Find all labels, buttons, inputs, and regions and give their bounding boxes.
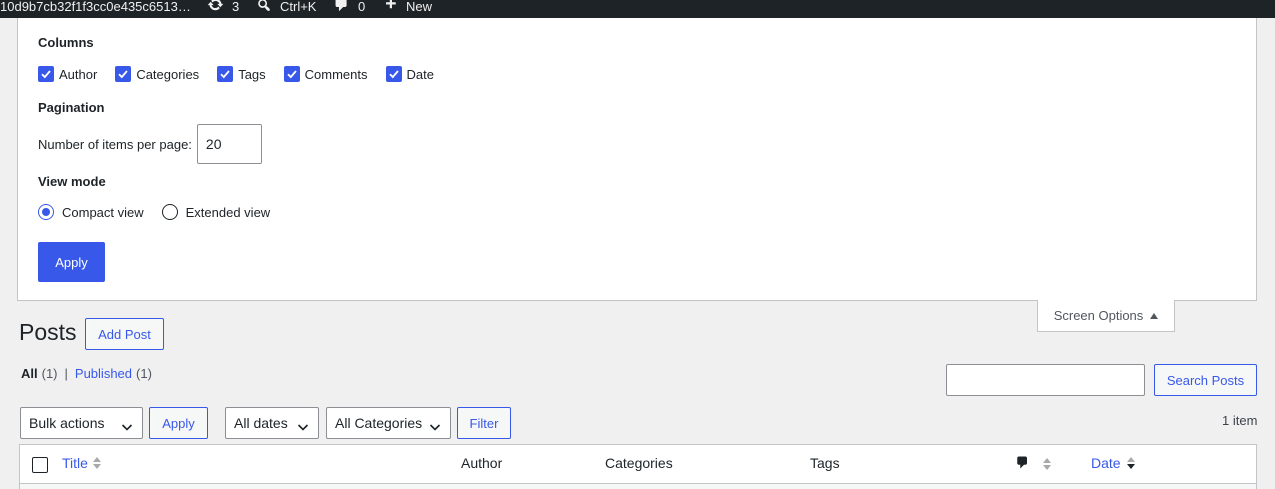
- screen-options-label: Screen Options: [1053, 308, 1144, 323]
- radio-compact-view[interactable]: [38, 204, 54, 220]
- posts-table-header: Title Author Categories Tags Date: [19, 444, 1257, 484]
- checkbox-categories[interactable]: [115, 66, 132, 82]
- add-post-button[interactable]: Add Post: [85, 318, 164, 350]
- radio-label-extended: Extended view: [185, 204, 271, 220]
- admin-bar: 10d9b7cb32f1f3cc0e435c6513… 3 Ctrl+K 0 N…: [0, 0, 1275, 18]
- checkbox-comments[interactable]: [283, 66, 300, 82]
- screen-options-apply-button[interactable]: Apply: [38, 242, 105, 282]
- checkbox-label-categories: Categories: [136, 66, 200, 82]
- new-label: New: [406, 0, 433, 14]
- column-title-label: Title: [62, 455, 88, 471]
- site-name-link[interactable]: 10d9b7cb32f1f3cc0e435c6513…: [0, 0, 191, 16]
- columns-checkbox-row: Author Categories Tags Comments Date: [38, 66, 452, 82]
- view-mode-heading: View mode: [38, 174, 106, 189]
- view-mode-compact[interactable]: Compact view: [38, 204, 144, 220]
- categories-filter-value: All Categories: [335, 415, 423, 431]
- dates-filter-value: All dates: [234, 415, 288, 431]
- filter-published-count: (1): [136, 366, 152, 381]
- categories-filter-select[interactable]: All Categories: [326, 407, 451, 439]
- comment-bubble-icon: [333, 0, 350, 16]
- checkbox-label-author: Author: [59, 66, 98, 82]
- search-posts-button[interactable]: Search Posts: [1154, 364, 1257, 396]
- post-status-filters: All (1) | Published (1): [21, 366, 152, 381]
- view-mode-row: Compact view Extended view: [38, 204, 288, 220]
- checkbox-label-date: Date: [406, 66, 434, 82]
- caret-up-icon: [1150, 312, 1159, 319]
- comment-bubble-icon: [1015, 455, 1030, 473]
- filter-published-link[interactable]: Published: [75, 366, 132, 381]
- sort-desc-icon: [1126, 457, 1135, 469]
- column-toggle-date[interactable]: Date: [385, 66, 434, 82]
- radio-extended-view[interactable]: [161, 204, 178, 220]
- view-mode-extended[interactable]: Extended view: [161, 204, 271, 220]
- column-title-sort[interactable]: Title: [62, 455, 101, 471]
- column-date-sort[interactable]: Date: [1091, 455, 1135, 471]
- column-toggle-author[interactable]: Author: [38, 66, 97, 82]
- sort-arrows-icon: [92, 457, 101, 469]
- updates-link[interactable]: 3: [207, 0, 239, 16]
- columns-heading: Columns: [38, 35, 94, 50]
- screen-options-panel: Columns Author Categories Tags Comments …: [17, 18, 1257, 301]
- items-count: 1 item: [1222, 413, 1258, 428]
- comments-link[interactable]: 0: [333, 0, 365, 16]
- search-posts-input[interactable]: [946, 364, 1145, 396]
- new-content-link[interactable]: New: [383, 0, 432, 16]
- updates-icon: [207, 0, 224, 16]
- column-toggle-tags[interactable]: Tags: [217, 66, 266, 82]
- dates-filter-select[interactable]: All dates: [225, 407, 319, 439]
- bulk-actions-select[interactable]: Bulk actions: [20, 407, 143, 439]
- radio-label-compact: Compact view: [62, 204, 144, 220]
- column-comments-sort[interactable]: [1015, 455, 1051, 473]
- bulk-actions-value: Bulk actions: [29, 415, 105, 431]
- column-date-label: Date: [1091, 455, 1121, 471]
- updates-count: 3: [232, 0, 240, 14]
- comments-count: 0: [358, 0, 366, 14]
- chevron-down-icon: [121, 419, 133, 435]
- column-toggle-comments[interactable]: Comments: [283, 66, 368, 82]
- checkbox-author[interactable]: [38, 66, 54, 82]
- filter-button[interactable]: Filter: [457, 407, 511, 439]
- screen-options-toggle[interactable]: Screen Options: [1037, 300, 1175, 332]
- checkbox-date[interactable]: [385, 66, 402, 82]
- column-categories: Categories: [605, 455, 673, 471]
- command-palette-link[interactable]: Ctrl+K: [256, 0, 316, 16]
- pagination-heading: Pagination: [38, 100, 105, 115]
- chevron-down-icon: [429, 419, 441, 435]
- plus-icon: [383, 0, 398, 15]
- checkbox-label-comments: Comments: [304, 66, 368, 82]
- per-page-label: Number of items per page:: [38, 136, 192, 152]
- column-tags: Tags: [810, 455, 840, 471]
- per-page-input[interactable]: 20: [196, 124, 262, 164]
- chevron-down-icon: [297, 419, 309, 435]
- sort-arrows-icon: [1043, 458, 1051, 470]
- site-name-label: 10d9b7cb32f1f3cc0e435c6513…: [0, 0, 191, 14]
- filter-all-count: (1): [41, 366, 58, 381]
- column-author: Author: [461, 455, 503, 471]
- table-row: [19, 483, 1257, 489]
- checkbox-label-tags: Tags: [238, 66, 266, 82]
- filter-all-link[interactable]: All: [21, 366, 38, 381]
- column-toggle-categories[interactable]: Categories: [115, 66, 199, 82]
- search-shortcut-label: Ctrl+K: [280, 0, 317, 14]
- bulk-apply-button[interactable]: Apply: [149, 407, 208, 439]
- checkbox-tags[interactable]: [217, 66, 234, 82]
- filter-separator: |: [64, 366, 68, 381]
- search-icon: [256, 0, 272, 16]
- per-page-row: Number of items per page: 20: [38, 124, 262, 164]
- select-all-checkbox[interactable]: [32, 457, 48, 473]
- page-title: Posts: [19, 319, 77, 345]
